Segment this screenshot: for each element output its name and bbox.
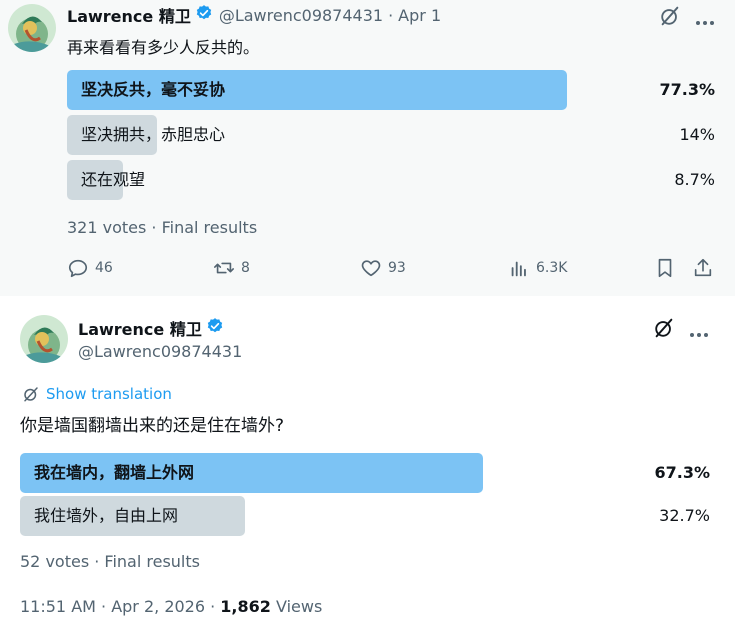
poll-meta: 321 votes · Final results (67, 218, 258, 237)
tweet-text: 再来看看有多少人反共的。 (67, 38, 260, 57)
repost-icon (214, 262, 234, 274)
share-icon[interactable] (692, 257, 714, 283)
poll-option-1[interactable]: 我在墙内，翻墙上外网 67.3% (20, 453, 710, 493)
like-button[interactable]: 93 (360, 257, 406, 279)
author-name[interactable]: Lawrence 精卫 (67, 3, 191, 27)
poll-option-label: 还在观望 (81, 170, 146, 189)
poll-option-label: 我住墙外，自由上网 (34, 506, 179, 525)
poll-option-percent: 14% (679, 125, 715, 144)
grok-icon[interactable] (653, 317, 675, 339)
views-button[interactable]: 6.3K (508, 257, 567, 279)
translate-icon (24, 387, 38, 402)
poll-option-percent: 32.7% (659, 506, 710, 525)
more-options-icon[interactable] (688, 324, 710, 337)
tweet-card-2[interactable]: Lawrence 精卫 @Lawrenc09874431 Show transl… (0, 296, 735, 641)
timestamp-text[interactable]: 11:51 AM · Apr 2, 2026 · (20, 597, 220, 616)
analytics-icon (511, 261, 526, 277)
author-handle[interactable]: @Lawrenc09874431 (78, 342, 242, 361)
poll-option-2[interactable]: 坚决拥共，赤胆忠心 14% (67, 115, 715, 155)
views-label: Views (270, 597, 323, 616)
reply-count: 46 (95, 260, 113, 276)
poll-option-label: 坚决拥共，赤胆忠心 (81, 125, 226, 144)
poll-option-label: 坚决反共，毫不妥协 (81, 80, 226, 99)
views-count: 6.3K (536, 260, 568, 276)
poll-option-percent: 67.3% (654, 463, 710, 482)
author-handle[interactable]: @Lawrenc09874431 (219, 6, 383, 25)
poll-option-3[interactable]: 还在观望 8.7% (67, 160, 715, 200)
show-translation-link[interactable]: Show translation (22, 385, 172, 403)
bookmark-icon[interactable] (654, 257, 676, 283)
poll-option-label: 我在墙内，翻墙上外网 (34, 463, 195, 482)
views-number: 1,862 (220, 597, 271, 616)
author-name[interactable]: Lawrence 精卫 (78, 316, 202, 340)
avatar[interactable] (8, 4, 56, 52)
reply-icon (68, 259, 88, 278)
like-count: 93 (388, 260, 406, 276)
reply-button[interactable]: 46 (67, 257, 113, 279)
show-translation-label: Show translation (46, 385, 172, 403)
poll-option-percent: 8.7% (674, 170, 715, 189)
verified-badge-icon (195, 4, 213, 26)
repost-button[interactable]: 8 (213, 257, 250, 279)
tweet-card-1[interactable]: Lawrence 精卫 @Lawrenc09874431 · Apr 1 再来看… (0, 0, 735, 296)
more-options-icon[interactable] (694, 12, 716, 25)
tweet-text: 你是墙国翻墙出来的还是住在墙外? (20, 416, 285, 436)
separator-dot: · (388, 5, 394, 25)
heart-icon (361, 260, 381, 277)
avatar[interactable] (20, 315, 68, 363)
poll-option-2[interactable]: 我住墙外，自由上网 32.7% (20, 496, 710, 536)
poll-option-percent: 77.3% (659, 80, 715, 99)
repost-count: 8 (241, 260, 250, 276)
tweet-timestamp: 11:51 AM · Apr 2, 2026 · 1,862 Views (20, 597, 322, 616)
poll-meta: 52 votes · Final results (20, 552, 200, 571)
verified-badge-icon (206, 317, 224, 339)
tweet-date[interactable]: Apr 1 (398, 6, 441, 25)
poll-option-1[interactable]: 坚决反共，毫不妥协 77.3% (67, 70, 715, 110)
grok-icon[interactable] (659, 5, 681, 27)
